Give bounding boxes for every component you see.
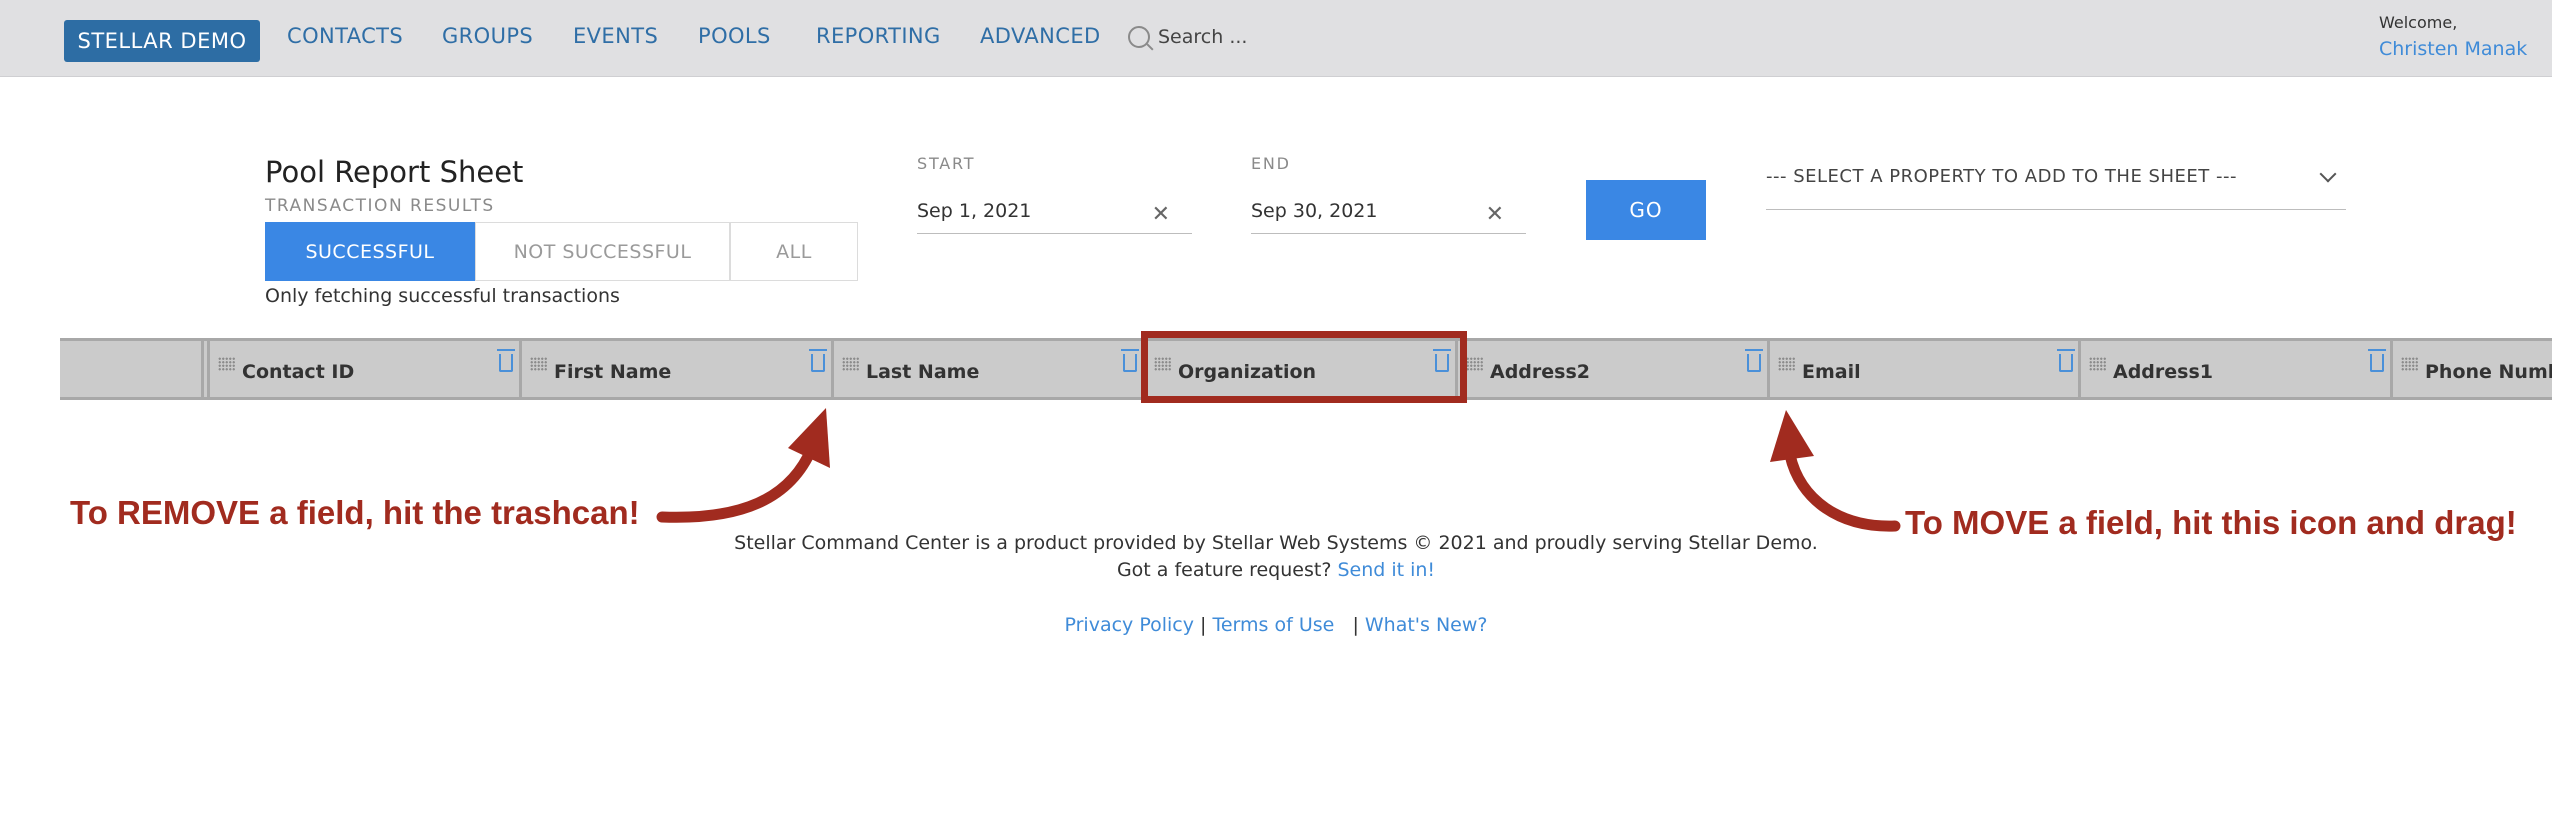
privacy-policy-link[interactable]: Privacy Policy [1064, 614, 1193, 636]
footer-credits: Stellar Command Center is a product prov… [734, 532, 1818, 554]
terms-of-use-link[interactable]: Terms of Use [1212, 614, 1334, 636]
feature-request-text: Got a feature request? [1116, 559, 1332, 581]
whats-new-link[interactable]: What's New? [1365, 614, 1488, 636]
remove-annotation: To REMOVE a field, hit the trashcan! [70, 494, 640, 531]
footer-feature-request: Got a feature request? Send it in! [0, 559, 2552, 581]
move-arrow-head [1770, 410, 1814, 462]
annotation-arrows [656, 408, 1901, 532]
footer-divider: | [1200, 614, 1213, 636]
footer-links: Privacy Policy | Terms of Use | What's N… [0, 614, 2552, 636]
send-it-in-link[interactable]: Send it in! [1337, 559, 1435, 581]
move-arrow-shaft [1784, 449, 1901, 532]
remove-arrow-shaft [656, 442, 818, 523]
footer-divider: | [1340, 614, 1365, 636]
